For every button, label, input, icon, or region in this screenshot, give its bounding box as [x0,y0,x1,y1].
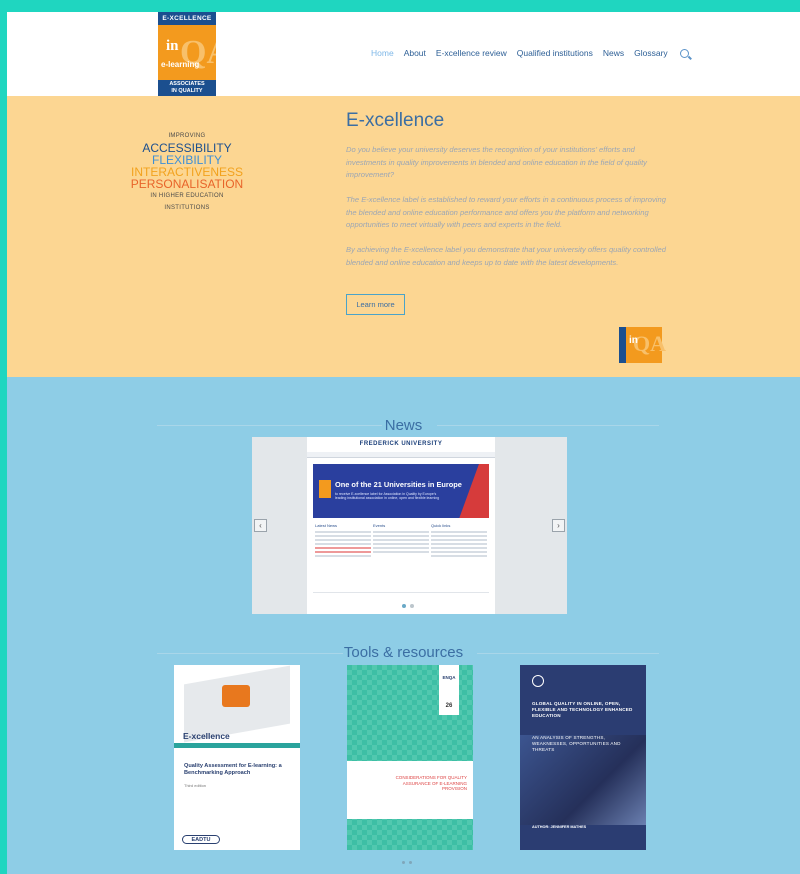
slide-column: Events [373,523,429,587]
nav-qualified-institutions[interactable]: Qualified institutions [517,48,593,58]
logo-in: in [166,38,179,54]
card-title: GLOBAL QUALITY IN ONLINE, OPEN, FLEXIBLE… [532,701,633,718]
site-header: E-XCELLENCE QA in e-learning ASSOCIATES … [7,12,800,96]
logo-bottom: ASSOCIATES IN QUALITY [158,80,216,96]
tagline-personalisation: PERSONALISATION [130,177,244,191]
text-line [431,539,487,541]
card-bar [174,743,300,748]
text-line [373,543,429,545]
text-line [373,551,429,553]
logo-elearning: e-learning [161,60,200,69]
globe-icon [532,675,544,687]
logo-top-text: E-XCELLENCE [158,12,216,25]
resource-card-global-quality[interactable]: GLOBAL QUALITY IN ONLINE, OPEN, FLEXIBLE… [520,665,646,850]
text-line [373,547,429,549]
slide-column: Quick links [431,523,487,587]
column-title: Events [373,523,386,528]
slider-dot[interactable] [402,604,406,608]
text-line [431,543,487,545]
card-subtitle: AN ANALYSIS OF STRENGTHS, WEAKNESSES, OP… [532,735,621,752]
puzzle-piece [222,685,250,707]
text-line [373,531,429,533]
nav-about[interactable]: About [404,48,426,58]
slide-nav-bar [307,452,495,458]
hero-paragraph-2: The E-xcellence label is established to … [346,195,666,229]
tagline-institutions: IN HIGHER EDUCATION INSTITUTIONS [150,193,224,211]
tools-title: Tools & resources [343,644,464,661]
resource-card-enqa[interactable]: ENQA 26 CONSIDERATIONS FOR QUALITY ASSUR… [347,665,473,850]
text-line [373,535,429,537]
enqa-logo: ENQA [442,675,456,680]
text-line [431,547,487,549]
text-line [315,531,371,533]
carousel-dots [402,861,412,864]
news-slider[interactable]: FREDERICK UNIVERSITY One of the 21 Unive… [252,437,567,614]
text-line [431,531,487,533]
enqa-ribbon: ENQA 26 [439,665,459,715]
slider-dots [402,604,414,608]
card-title: CONSIDERATIONS FOR QUALITY ASSURANCE OF … [395,775,467,791]
text-line [373,539,429,541]
nav-news[interactable]: News [603,48,624,58]
page: E-XCELLENCE QA in e-learning ASSOCIATES … [7,12,800,874]
text-line [431,535,487,537]
hero-section: IMPROVING ACCESSIBILITY FLEXIBILITY INTE… [7,96,800,377]
news-title: News [384,417,423,434]
text-line [315,555,371,557]
carousel-dot[interactable] [409,861,412,864]
learn-more-button[interactable]: Learn more [346,294,405,315]
lower-section: News FREDERICK UNIVERSITY One of the 21 … [7,377,800,874]
mini-logo-qa: QA [633,331,666,356]
slide-banner: One of the 21 Universities in Europe to … [313,464,489,518]
text-line [315,535,371,537]
text-line [315,547,371,549]
slide-footer [313,592,489,606]
banner-stripe [456,464,489,518]
slide-column: Latest News [315,523,371,587]
card-edition: Third edition [184,783,207,788]
text-line [431,551,487,553]
card-author: AUTHOR: JENNIFER MATHES [532,825,587,829]
banner-text: One of the 21 Universities in Europe [335,480,462,489]
text-line [315,551,371,553]
mini-logo-in: in [629,335,638,346]
column-title: Latest News [315,523,338,528]
carousel-dot[interactable] [402,861,405,864]
nav-excellence-review[interactable]: E-xcellence review [436,48,507,58]
text-line [431,555,487,557]
text-line [315,543,371,545]
card-brand: E-xcellence [183,731,230,741]
logo-bottom-line1: ASSOCIATES [169,81,205,87]
mini-logo-strip [619,327,626,363]
slide-image[interactable]: FREDERICK UNIVERSITY One of the 21 Unive… [307,437,495,614]
eadtu-logo: EADTU [182,835,220,844]
nav-home[interactable]: Home [371,48,394,58]
text-line [315,539,371,541]
main-nav: Home About E-xcellence review Qualified … [371,48,689,58]
hero-tagline: IMPROVING ACCESSIBILITY FLEXIBILITY INTE… [127,130,247,214]
site-logo[interactable]: E-XCELLENCE QA in e-learning ASSOCIATES … [158,12,216,96]
card-title: Quality Assessment for E-learning: a Ben… [184,763,282,776]
resource-card-benchmarking[interactable]: E-xcellence Quality Assessment for E-lea… [174,665,300,850]
banner-logo [319,480,331,498]
logo-bottom-line2: IN QUALITY [171,88,203,94]
banner-subtext: to receive E-xcellence label for Associa… [335,492,440,500]
slide-university-name: FREDERICK UNIVERSITY [307,437,495,451]
hero-title: E-xcellence [346,110,445,131]
hero-paragraph-3: By achieving the E-xcellence label you d… [346,245,666,267]
column-title: Quick links [431,523,451,528]
mini-logo: QA in [619,327,666,363]
nav-glossary[interactable]: Glossary [634,48,668,58]
search-icon[interactable] [679,48,689,58]
report-number: 26 [445,703,453,709]
chevron-left-icon[interactable]: ‹ [254,519,267,532]
slider-dot[interactable] [410,604,414,608]
hero-paragraph-1: Do you believe your university deserves … [346,145,647,179]
chevron-right-icon[interactable]: › [552,519,565,532]
